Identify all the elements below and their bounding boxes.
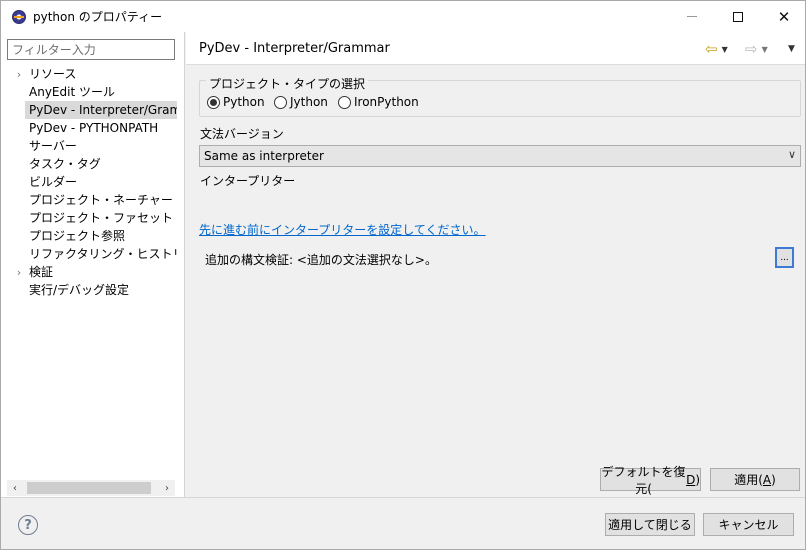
dialog-button-bar: ? 適用して閉じる キャンセル	[1, 497, 805, 549]
horizontal-scrollbar[interactable]: ‹ ›	[7, 480, 175, 496]
scroll-right-icon[interactable]: ›	[159, 480, 175, 496]
apply-and-close-button[interactable]: 適用して閉じる	[605, 513, 695, 536]
property-page-content: PyDev - Interpreter/Grammar ⇦ ▼ ⇨ ▼ ▼ プロ…	[186, 32, 805, 497]
radio-checked-icon[interactable]	[207, 95, 220, 109]
tree-item-anyedit[interactable]: AnyEdit ツール	[25, 83, 177, 101]
tree-item-run-debug-settings[interactable]: 実行/デバッグ設定	[25, 281, 177, 299]
extra-syntax-browse-button[interactable]: ...	[775, 247, 794, 268]
extra-syntax-validation-label: 追加の構文検証: <追加の文法選択なし>。	[205, 253, 437, 267]
expand-chevron-icon[interactable]: ›	[14, 65, 24, 83]
tree-item-refactoring-history[interactable]: リファクタリング・ヒストリー	[25, 245, 177, 263]
chevron-down-icon[interactable]: ▼	[762, 45, 768, 54]
tree-item-project-references[interactable]: プロジェクト参照	[25, 227, 177, 245]
radio-jython[interactable]: Jython	[274, 95, 328, 109]
scrollbar-thumb[interactable]	[27, 482, 151, 494]
property-page-tree-pane: › リソース AnyEdit ツール PyDev - Interpreter/G…	[1, 32, 185, 497]
tree-item-project-natures[interactable]: プロジェクト・ネーチャー	[25, 191, 177, 209]
filter-input[interactable]	[7, 39, 175, 60]
minimize-icon	[687, 16, 697, 17]
page-title: PyDev - Interpreter/Grammar	[199, 41, 390, 56]
apply-button[interactable]: 適用(A)	[710, 468, 800, 491]
radio-python[interactable]: Python	[207, 95, 265, 109]
expand-chevron-icon[interactable]: ›	[14, 263, 24, 281]
view-menu-button[interactable]: ▼	[784, 41, 795, 57]
radio-label: Jython	[290, 95, 328, 109]
tree-item-resource[interactable]: リソース	[25, 65, 177, 83]
eclipse-icon	[12, 9, 26, 24]
grammar-version-value: Same as interpreter	[204, 149, 324, 163]
mnemonic: A	[762, 472, 772, 487]
close-icon: ✕	[777, 7, 791, 26]
tree-item-builders[interactable]: ビルダー	[25, 173, 177, 191]
cancel-button[interactable]: キャンセル	[703, 513, 794, 536]
back-arrow-icon: ⇦	[705, 39, 718, 58]
restore-defaults-label: デフォルトを復元(	[601, 464, 686, 496]
chevron-down-icon[interactable]: ▼	[722, 45, 728, 54]
radio-unchecked-icon[interactable]	[338, 95, 351, 109]
radio-label: Python	[223, 95, 265, 109]
forward-arrow-icon: ⇨	[745, 39, 758, 58]
title-bar: python のプロパティー ✕	[1, 1, 805, 32]
maximize-icon	[733, 11, 743, 22]
interpreter-label: インタープリター	[200, 174, 296, 188]
paren-close: )	[695, 472, 700, 487]
tree-item-pydev-interpreter[interactable]: PyDev - Interpreter/Grammar	[25, 101, 177, 119]
restore-defaults-button[interactable]: デフォルトを復元(D)	[600, 465, 701, 496]
scroll-left-icon[interactable]: ‹	[7, 480, 23, 496]
chevron-down-icon: ∨	[787, 148, 796, 161]
tree-item-pydev-pythonpath[interactable]: PyDev - PYTHONPATH	[25, 119, 177, 137]
radio-label: IronPython	[354, 95, 419, 109]
back-button[interactable]: ⇦ ▼	[705, 41, 728, 57]
tree-item-validation[interactable]: 検証	[25, 263, 177, 281]
menu-chevron-icon: ▼	[788, 44, 795, 54]
tree-item-project-facets[interactable]: プロジェクト・ファセット	[25, 209, 177, 227]
close-button[interactable]: ✕	[761, 1, 805, 32]
radio-ironpython[interactable]: IronPython	[338, 95, 419, 109]
configure-interpreter-link[interactable]: 先に進む前にインタープリターを設定してください。	[199, 221, 486, 238]
paren-close: )	[771, 472, 776, 487]
tree-item-server[interactable]: サーバー	[25, 137, 177, 155]
maximize-button[interactable]	[715, 1, 761, 32]
help-icon[interactable]: ?	[18, 515, 38, 535]
grammar-version-label: 文法バージョン	[200, 127, 284, 141]
project-type-legend: プロジェクト・タイプの選択	[206, 75, 369, 92]
mnemonic: D	[686, 472, 696, 487]
minimize-button[interactable]	[669, 1, 715, 32]
apply-label: 適用(	[734, 473, 763, 487]
window-title: python のプロパティー	[33, 10, 163, 24]
page-header: PyDev - Interpreter/Grammar ⇦ ▼ ⇨ ▼ ▼	[186, 32, 805, 65]
grammar-version-select[interactable]: Same as interpreter ∨	[199, 145, 801, 167]
tree-item-task-tags[interactable]: タスク・タグ	[25, 155, 177, 173]
forward-button[interactable]: ⇨ ▼	[745, 41, 768, 57]
radio-unchecked-icon[interactable]	[274, 95, 287, 109]
properties-dialog: python のプロパティー ✕ › リソース AnyEdit ツール PyDe…	[0, 0, 806, 550]
